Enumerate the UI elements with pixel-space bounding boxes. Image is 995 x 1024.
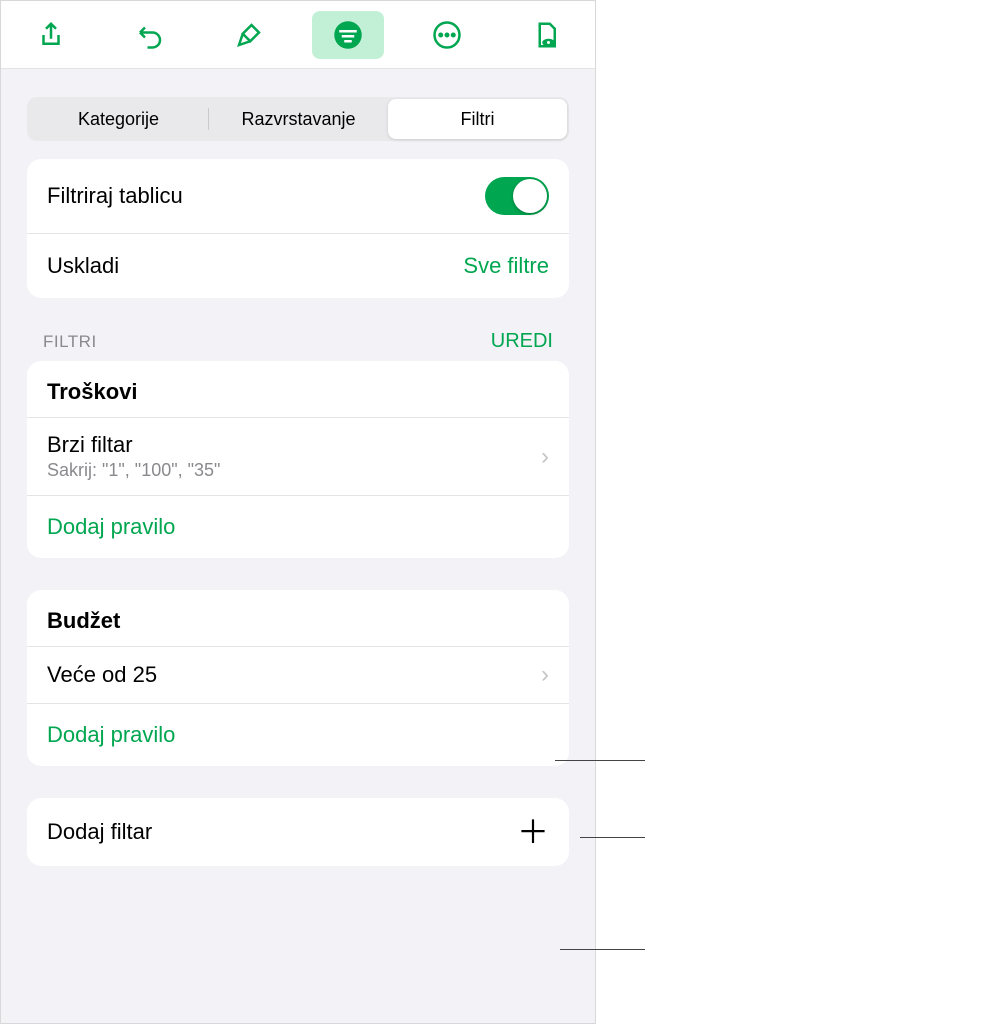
match-label: Uskladi — [47, 253, 119, 279]
add-rule-button[interactable]: Dodaj pravilo — [27, 496, 569, 558]
add-filter-card: Dodaj filtar ＋ — [27, 798, 569, 866]
tab-sort[interactable]: Razvrstavanje — [209, 99, 388, 139]
filter-lines-icon — [333, 20, 363, 50]
general-card: Filtriraj tablicu Uskladi Sve filtre — [27, 159, 569, 298]
tab-filters[interactable]: Filtri — [388, 99, 567, 139]
filter-table-row: Filtriraj tablicu — [27, 159, 569, 234]
undo-icon — [135, 20, 165, 50]
callout-line — [560, 949, 645, 950]
organize-button[interactable] — [312, 11, 384, 59]
more-icon — [432, 20, 462, 50]
add-filter-button[interactable]: Dodaj filtar ＋ — [27, 798, 569, 866]
filters-panel: Kategorije Razvrstavanje Filtri Filtrira… — [0, 0, 596, 1024]
tab-categories[interactable]: Kategorije — [29, 99, 208, 139]
document-view-button[interactable] — [510, 11, 582, 59]
filter-rule-sub: Sakrij: "1", "100", "35" — [47, 460, 541, 481]
share-button[interactable] — [15, 11, 87, 59]
segmented-control: Kategorije Razvrstavanje Filtri — [27, 97, 569, 141]
filter-rule-label: Veće od 25 — [47, 662, 541, 688]
match-value: Sve filtre — [463, 253, 549, 279]
filters-section-header: FILTRI UREDI — [1, 330, 595, 361]
plus-icon: ＋ — [517, 816, 549, 848]
filter-rule-item[interactable]: Brzi filtar Sakrij: "1", "100", "35" › — [27, 418, 569, 496]
toolbar — [1, 1, 595, 69]
filter-rule-item[interactable]: Veće od 25 › — [27, 647, 569, 704]
filter-group-title: Budžet — [27, 590, 569, 647]
format-button[interactable] — [213, 11, 285, 59]
add-filter-label: Dodaj filtar — [47, 819, 152, 845]
document-eye-icon — [531, 20, 561, 50]
add-rule-button[interactable]: Dodaj pravilo — [27, 704, 569, 766]
filter-table-label: Filtriraj tablicu — [47, 183, 183, 209]
filter-group-budzet: Budžet Veće od 25 › Dodaj pravilo — [27, 590, 569, 766]
filter-rule-label: Brzi filtar — [47, 432, 541, 458]
share-icon — [36, 20, 66, 50]
brush-icon — [234, 20, 264, 50]
edit-button[interactable]: UREDI — [491, 330, 553, 353]
callout-line — [580, 837, 645, 838]
filter-group-troskovi: Troškovi Brzi filtar Sakrij: "1", "100",… — [27, 361, 569, 558]
match-row[interactable]: Uskladi Sve filtre — [27, 234, 569, 298]
callout-line — [555, 760, 645, 761]
undo-button[interactable] — [114, 11, 186, 59]
chevron-right-icon: › — [541, 661, 549, 689]
filter-group-title: Troškovi — [27, 361, 569, 418]
more-button[interactable] — [411, 11, 483, 59]
chevron-right-icon: › — [541, 443, 549, 471]
filters-section-title: FILTRI — [43, 332, 97, 352]
filter-table-toggle[interactable] — [485, 177, 549, 215]
